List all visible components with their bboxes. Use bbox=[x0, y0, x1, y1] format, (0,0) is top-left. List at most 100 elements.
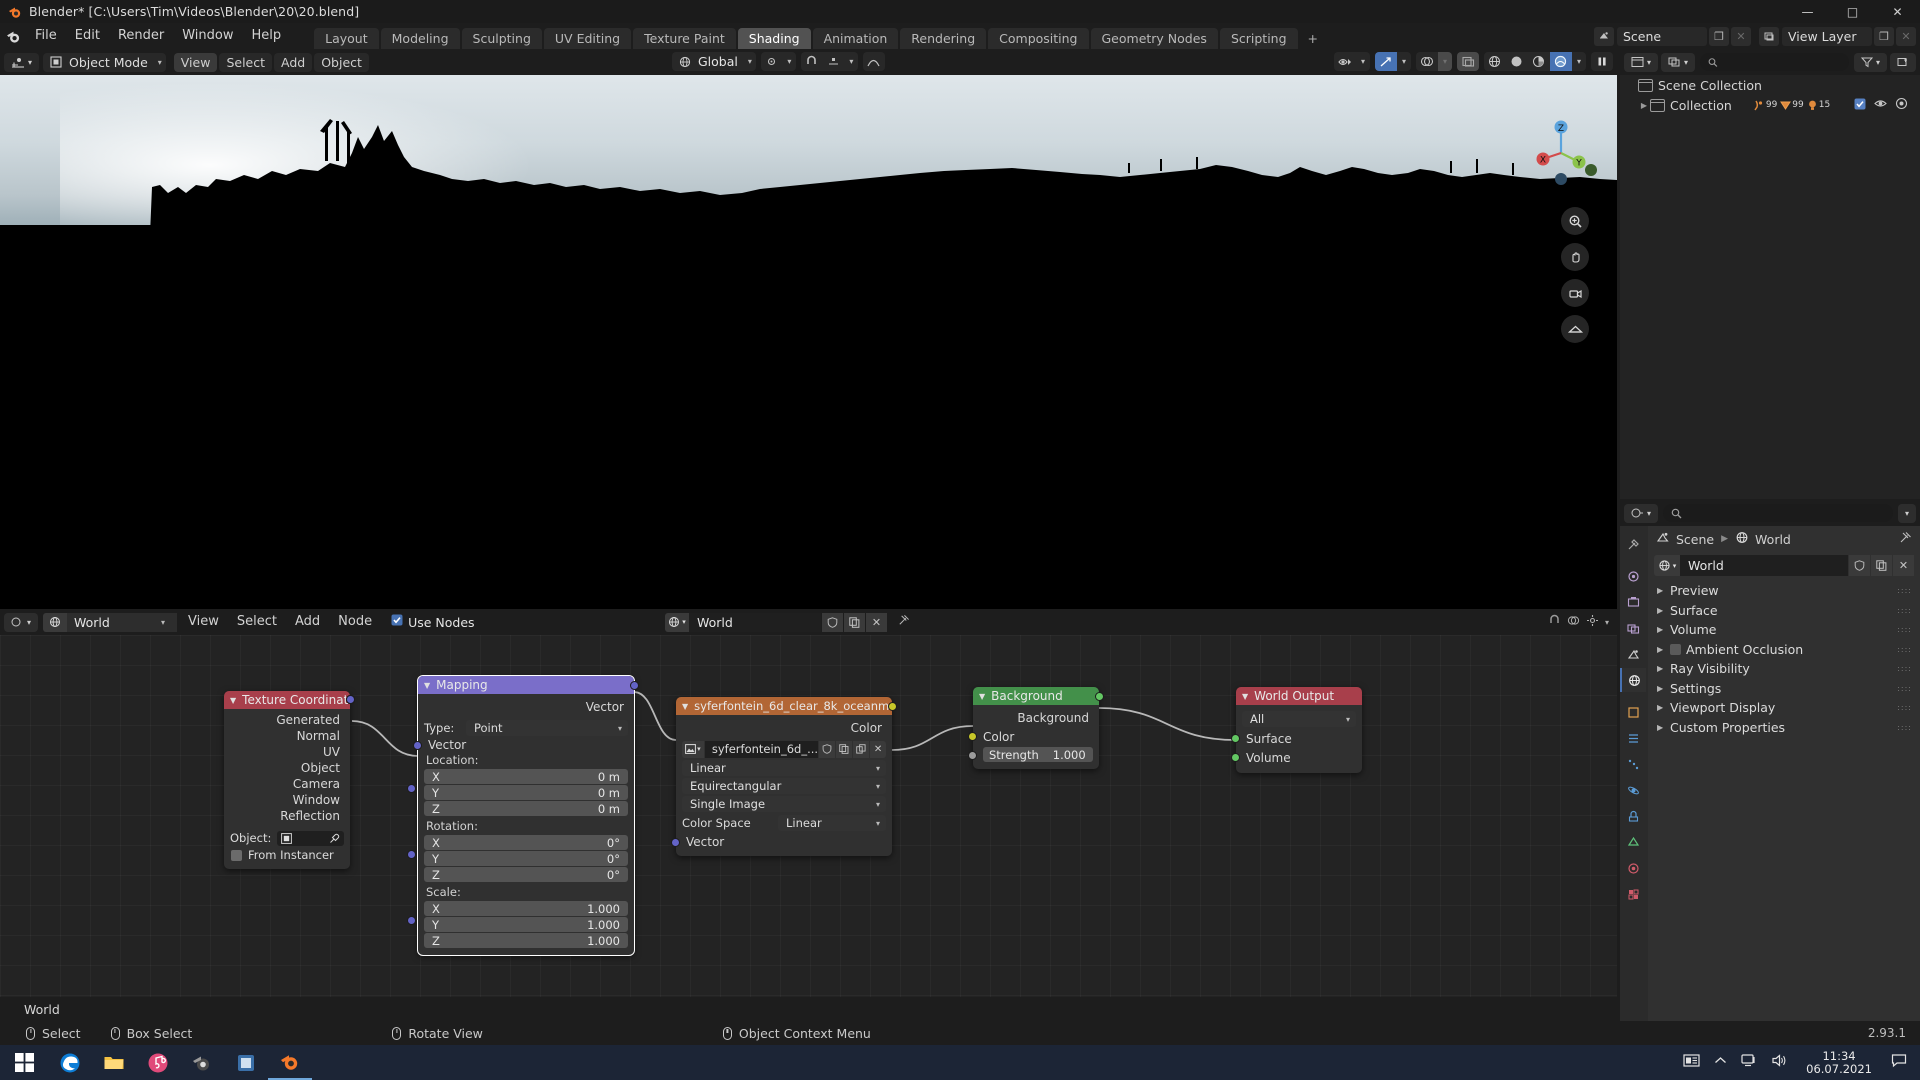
tab-compositing[interactable]: Compositing bbox=[988, 28, 1089, 49]
viewport-menu-object[interactable]: Object bbox=[314, 52, 369, 72]
unlink-scene-button[interactable]: ✕ bbox=[1731, 26, 1751, 46]
breadcrumb-world-label[interactable]: World bbox=[1755, 532, 1791, 547]
use-nodes-checkbox[interactable] bbox=[391, 614, 403, 630]
from-instancer-checkbox[interactable] bbox=[231, 849, 242, 861]
taskbar-blender-alt-icon[interactable] bbox=[180, 1045, 224, 1080]
add-workspace-tab-button[interactable]: + bbox=[1300, 28, 1326, 49]
object-field[interactable] bbox=[277, 830, 344, 846]
outliner-new-collection-icon[interactable] bbox=[1890, 52, 1916, 72]
panel-settings[interactable]: ▶ Settings :::: bbox=[1648, 679, 1920, 699]
node-fake-user-shield-icon[interactable] bbox=[822, 612, 843, 632]
properties-editor-type-icon[interactable]: ▾ bbox=[1624, 503, 1659, 523]
tab-layout[interactable]: Layout bbox=[314, 28, 379, 49]
new-scene-button[interactable]: ❐ bbox=[1709, 26, 1729, 46]
node-overlay-icon[interactable] bbox=[1567, 614, 1580, 631]
strength-field[interactable]: Strength 1.000 bbox=[983, 747, 1093, 762]
zoom-icon[interactable] bbox=[1561, 207, 1589, 235]
properties-tab-world[interactable] bbox=[1620, 668, 1646, 692]
collection-checkbox[interactable] bbox=[1854, 98, 1866, 113]
viewport-menu-add[interactable]: Add bbox=[274, 52, 313, 72]
socket-mapping-vector-out[interactable] bbox=[630, 681, 639, 690]
tab-texture-paint[interactable]: Texture Paint bbox=[633, 28, 736, 49]
show-overlays-icon[interactable] bbox=[1416, 52, 1438, 71]
outliner-editor[interactable]: ▾ ▾ ▾ Scene Collection ▶ Collection 99 9… bbox=[1620, 49, 1920, 499]
close-button[interactable]: ✕ bbox=[1875, 0, 1920, 23]
mapping-type-dropdown[interactable]: Point ▾ bbox=[466, 720, 628, 736]
node-datablock-world-icon[interactable]: ▾ bbox=[665, 612, 689, 632]
rotation-x-field[interactable]: X 0° bbox=[424, 835, 628, 850]
collection-visibility-eye-icon[interactable] bbox=[1874, 97, 1887, 113]
socket-mapping-rotation[interactable] bbox=[407, 850, 416, 859]
proportional-editing-icon[interactable] bbox=[863, 52, 885, 71]
panel-surface[interactable]: ▶ Surface :::: bbox=[1648, 601, 1920, 621]
properties-tab-modifiers[interactable] bbox=[1620, 726, 1646, 750]
taskbar-clock[interactable]: 11:34 06.07.2021 bbox=[1806, 1049, 1872, 1076]
editor-type-selector[interactable]: ▾ bbox=[4, 52, 40, 72]
panel-volume[interactable]: ▶ Volume :::: bbox=[1648, 620, 1920, 640]
image-copy-icon[interactable] bbox=[836, 740, 853, 758]
tab-uv-editing[interactable]: UV Editing bbox=[543, 28, 632, 49]
properties-tab-physics[interactable] bbox=[1620, 778, 1646, 802]
tab-animation[interactable]: Animation bbox=[812, 28, 899, 49]
node-menu-view[interactable]: View bbox=[179, 612, 228, 632]
socket-envtex-color-out[interactable] bbox=[888, 702, 897, 711]
pivot-point-icon[interactable] bbox=[761, 52, 783, 71]
new-world-copy-icon[interactable] bbox=[1871, 555, 1892, 576]
image-datablock-icon[interactable]: ▾ bbox=[682, 740, 704, 758]
remove-view-layer-button[interactable]: ✕ bbox=[1896, 26, 1916, 46]
toggle-orthographic-icon[interactable] bbox=[1561, 315, 1589, 343]
image-name-field[interactable]: syferfontein_6d_... bbox=[704, 740, 819, 758]
outliner-search-input[interactable] bbox=[1700, 53, 1849, 71]
properties-tab-object[interactable] bbox=[1620, 700, 1646, 724]
tab-scripting[interactable]: Scripting bbox=[1219, 28, 1298, 49]
transform-orientation-selector[interactable]: Global ▾ bbox=[672, 52, 756, 71]
node-snapping-icon[interactable] bbox=[1548, 614, 1561, 631]
shading-chevron-down-icon[interactable]: ▾ bbox=[1572, 52, 1586, 71]
toggle-xray-icon[interactable] bbox=[1457, 52, 1479, 71]
socket-surface-in[interactable] bbox=[1231, 734, 1240, 743]
snap-chevron-down-icon[interactable]: ▾ bbox=[845, 52, 858, 71]
rotation-y-field[interactable]: Y 0° bbox=[424, 851, 628, 866]
node-editor-type-icon[interactable]: ▾ bbox=[4, 612, 39, 632]
panel-custom-properties[interactable]: ▶ Custom Properties :::: bbox=[1648, 718, 1920, 738]
gizmo-chevron-down-icon[interactable]: ▾ bbox=[1397, 52, 1411, 71]
socket-envtex-vector-in[interactable] bbox=[671, 837, 680, 847]
node-menu-add[interactable]: Add bbox=[286, 612, 329, 632]
tab-modeling[interactable]: Modeling bbox=[380, 28, 460, 49]
menu-render[interactable]: Render bbox=[109, 26, 173, 46]
pause-render-icon[interactable] bbox=[1591, 52, 1613, 71]
view-layer-field[interactable]: View Layer bbox=[1782, 26, 1872, 46]
node-menu-node[interactable]: Node bbox=[329, 612, 381, 632]
interaction-mode-selector[interactable]: Object Mode ▾ bbox=[43, 52, 166, 72]
node-options-chevron-down-icon[interactable]: ▾ bbox=[1605, 618, 1609, 627]
node-texture-coordinate-header[interactable]: ▼ Texture Coordinate bbox=[224, 691, 350, 709]
outliner-row-scene-collection[interactable]: Scene Collection bbox=[1620, 75, 1920, 95]
panel-ray-visibility[interactable]: ▶ Ray Visibility :::: bbox=[1648, 659, 1920, 679]
news-and-interests-icon[interactable] bbox=[1683, 1053, 1700, 1072]
panel-preview[interactable]: ▶ Preview :::: bbox=[1648, 581, 1920, 601]
minimize-button[interactable]: — bbox=[1785, 0, 1830, 23]
scene-name-field[interactable]: Scene bbox=[1617, 26, 1707, 46]
projection-dropdown[interactable]: Equirectangular ▾ bbox=[682, 778, 886, 794]
properties-tab-particles[interactable] bbox=[1620, 752, 1646, 776]
node-menu-select[interactable]: Select bbox=[228, 612, 286, 632]
shading-rendered-icon[interactable] bbox=[1550, 52, 1572, 71]
socket-mapping-scale[interactable] bbox=[407, 916, 416, 925]
properties-tab-constraints[interactable] bbox=[1620, 804, 1646, 828]
scale-y-field[interactable]: Y 1.000 bbox=[424, 917, 628, 932]
node-pin-icon[interactable] bbox=[897, 614, 910, 631]
node-collapse-chevron-down-icon[interactable]: ▼ bbox=[682, 702, 688, 711]
magnet-snap-icon[interactable] bbox=[801, 52, 823, 71]
node-canvas[interactable]: ▼ Texture Coordinate Generated Normal UV… bbox=[0, 635, 1617, 1021]
interpolation-dropdown[interactable]: Linear ▾ bbox=[682, 760, 886, 776]
node-unlink-icon[interactable]: ✕ bbox=[866, 612, 887, 632]
viewport-menu-view[interactable]: View bbox=[173, 52, 218, 72]
outliner-display-mode-icon[interactable]: ▾ bbox=[1661, 52, 1696, 72]
socket-mapping-vector-in[interactable] bbox=[413, 740, 422, 750]
node-collapse-chevron-down-icon[interactable]: ▼ bbox=[1242, 692, 1248, 701]
panel-ambient-occlusion[interactable]: ▶ Ambient Occlusion :::: bbox=[1648, 640, 1920, 660]
action-center-notifications-icon[interactable] bbox=[1891, 1053, 1907, 1072]
image-pack-icon[interactable] bbox=[853, 740, 870, 758]
pan-hand-icon[interactable] bbox=[1561, 243, 1589, 271]
fake-user-shield-icon[interactable] bbox=[1849, 555, 1870, 576]
